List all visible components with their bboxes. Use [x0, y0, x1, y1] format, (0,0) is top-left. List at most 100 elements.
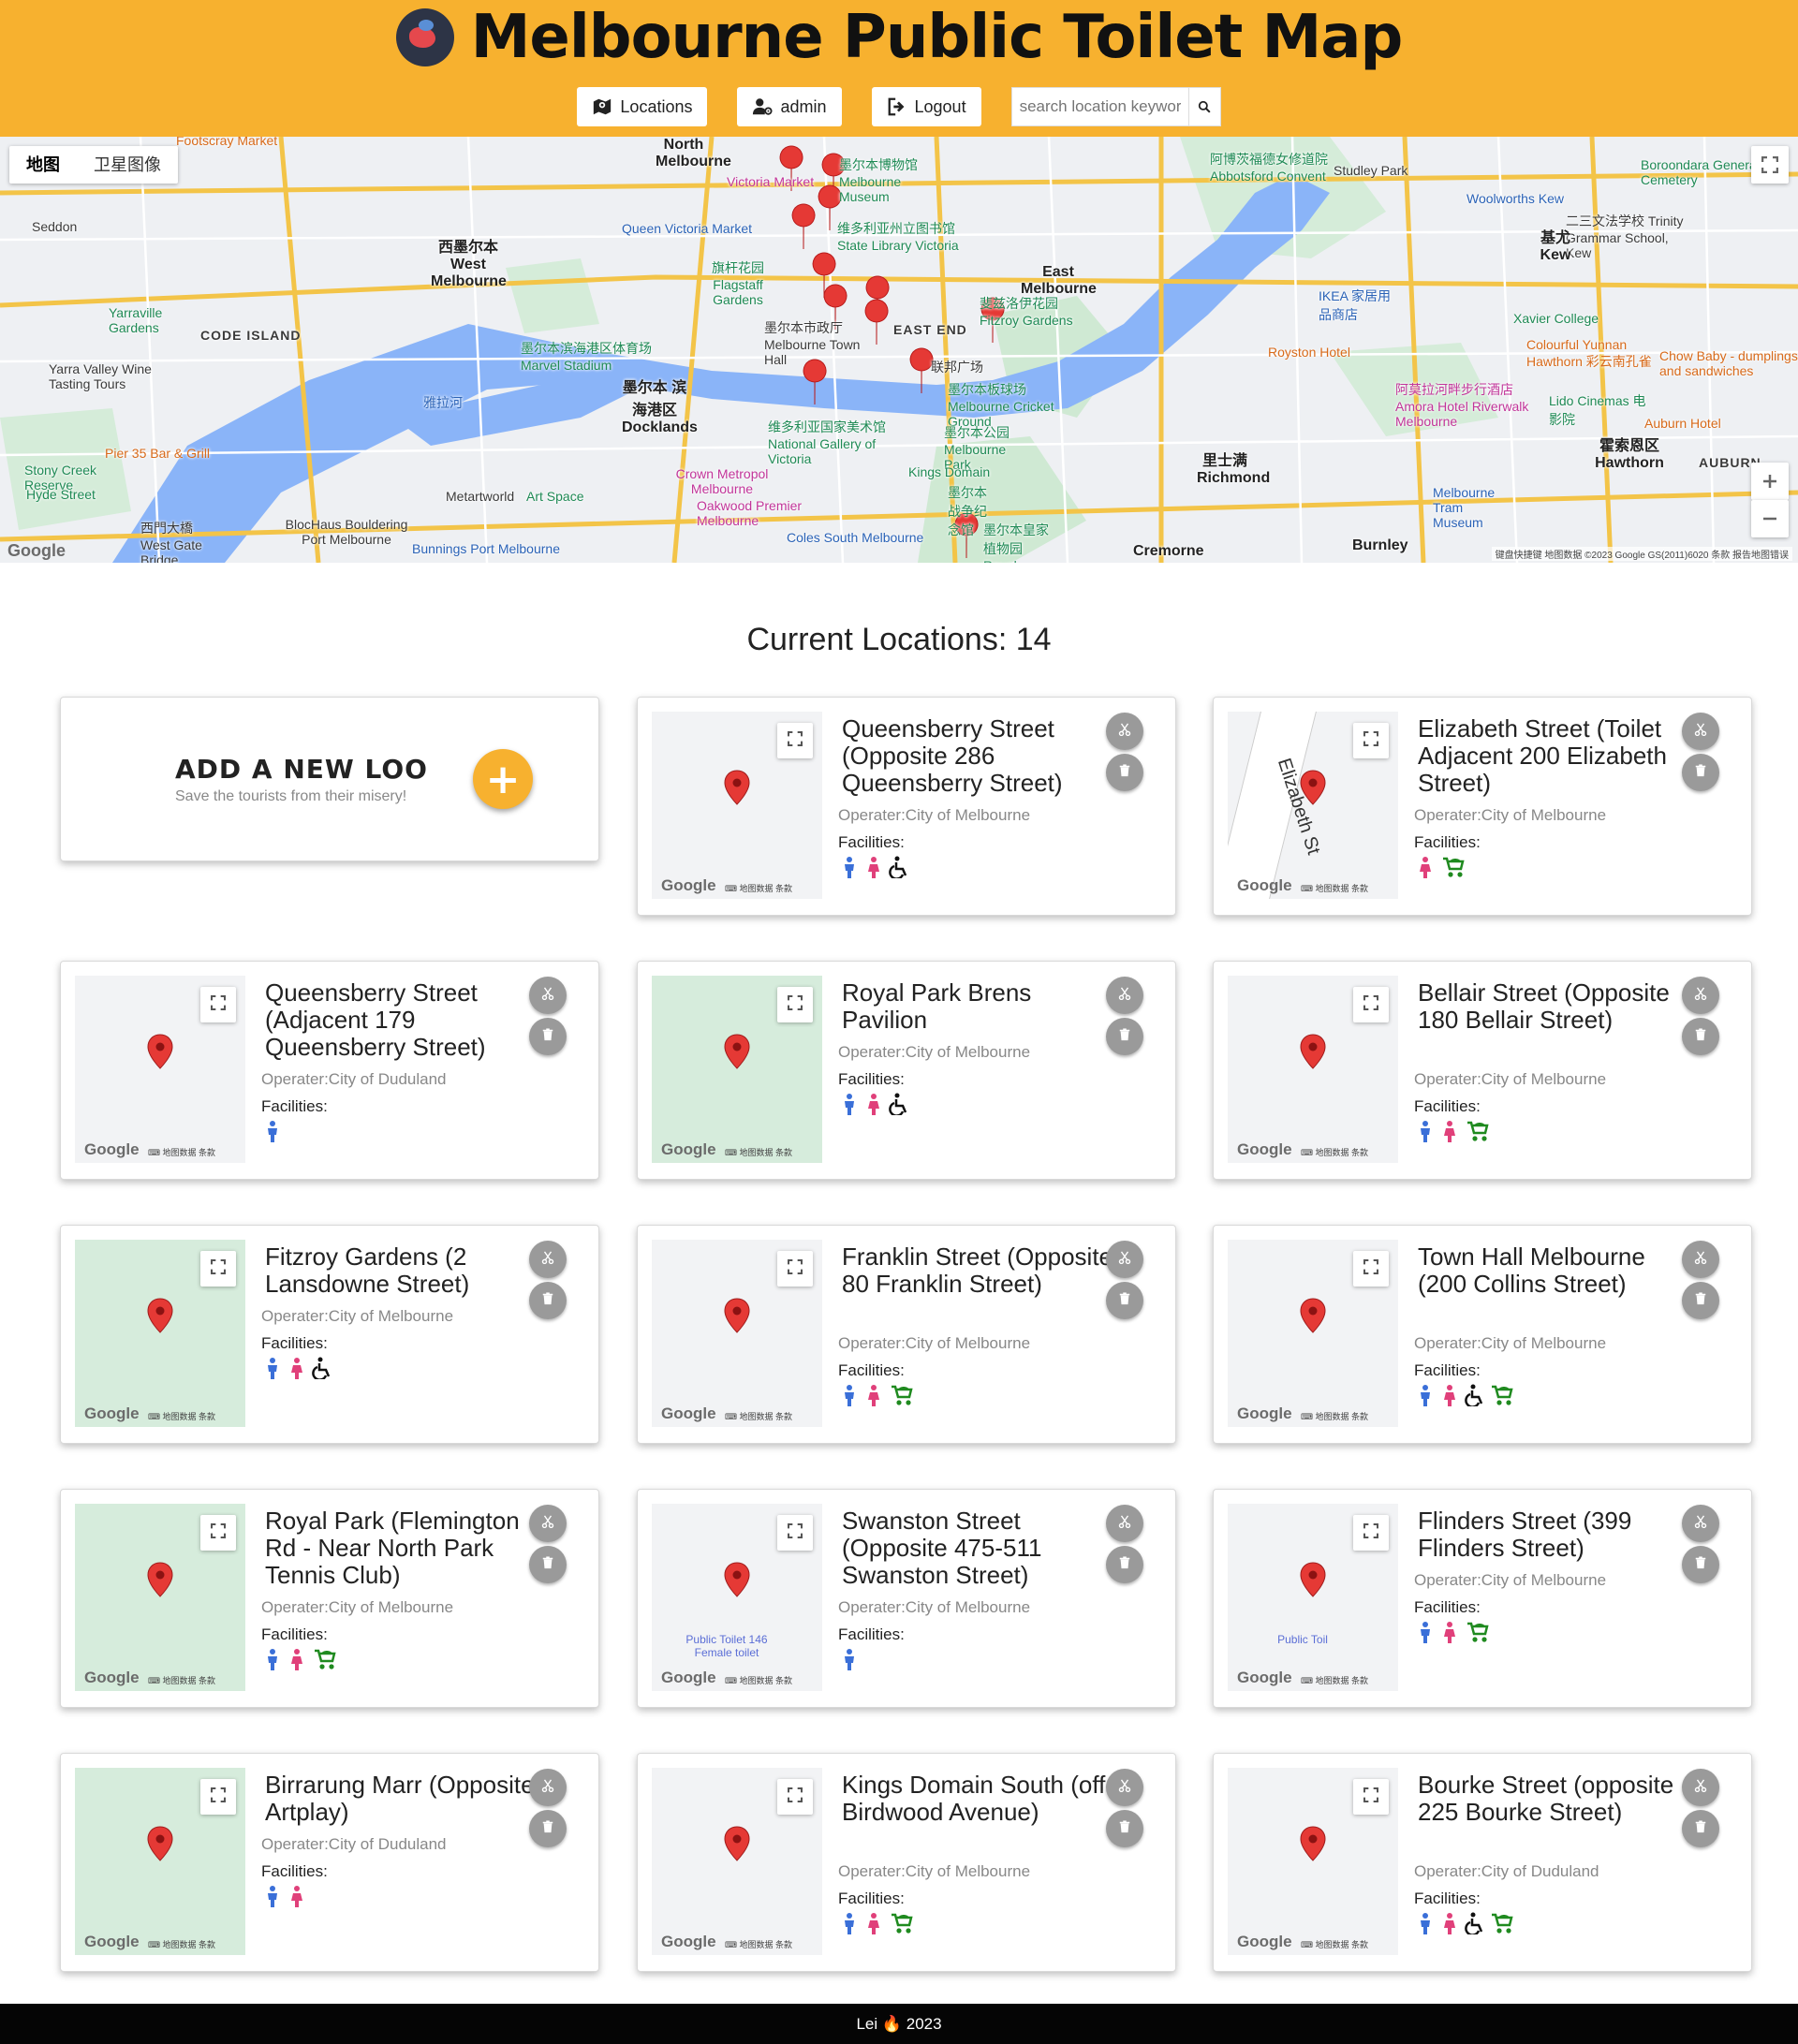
thumbnail-attribution[interactable]: ⌨ 地图数据 条款 [1301, 1410, 1368, 1422]
map-pin-icon[interactable] [147, 1034, 173, 1069]
delete-button[interactable] [1106, 1546, 1143, 1583]
delete-button[interactable] [1106, 1018, 1143, 1055]
thumbnail-fullscreen-button[interactable] [1353, 987, 1389, 1022]
edit-button[interactable] [1682, 1505, 1719, 1542]
thumbnail-attribution[interactable]: ⌨ 地图数据 条款 [1301, 1938, 1368, 1950]
main-map[interactable]: Footscray Market Seddon Yarraville Garde… [0, 137, 1798, 563]
location-map-thumbnail[interactable]: Google ⌨ 地图数据 条款 [652, 976, 822, 1163]
edit-button[interactable] [1106, 1241, 1143, 1278]
delete-button[interactable] [1682, 1810, 1719, 1847]
map-pin-icon[interactable] [147, 1826, 173, 1861]
location-map-thumbnail[interactable]: Google ⌨ 地图数据 条款 [1228, 976, 1398, 1163]
location-map-thumbnail[interactable]: Google ⌨ 地图数据 条款 [1228, 1240, 1398, 1427]
thumbnail-attribution[interactable]: ⌨ 地图数据 条款 [148, 1938, 215, 1950]
locations-button[interactable]: Locations [577, 87, 708, 126]
search-input[interactable] [1010, 87, 1189, 126]
map-pin-icon[interactable] [1300, 1034, 1326, 1069]
location-map-thumbnail[interactable]: Public Toil Google ⌨ 地图数据 条款 [1228, 1504, 1398, 1691]
map-pin-icon[interactable] [1300, 1826, 1326, 1861]
map-pin-icon[interactable] [724, 770, 750, 805]
map-pin-icon[interactable] [724, 1562, 750, 1597]
search-button[interactable] [1188, 87, 1221, 126]
thumbnail-attribution[interactable]: ⌨ 地图数据 条款 [148, 1146, 215, 1158]
edit-button[interactable] [529, 1241, 567, 1278]
map-fullscreen-button[interactable] [1751, 146, 1789, 184]
delete-button[interactable] [1682, 1546, 1719, 1583]
thumbnail-attribution[interactable]: ⌨ 地图数据 条款 [725, 1938, 792, 1950]
thumbnail-fullscreen-button[interactable] [1353, 1515, 1389, 1551]
map-pin-icon[interactable] [1300, 1298, 1326, 1333]
edit-button[interactable] [1106, 1505, 1143, 1542]
map-type-map[interactable]: 地图 [9, 146, 77, 184]
thumbnail-fullscreen-button[interactable] [200, 1779, 236, 1815]
edit-button[interactable] [1682, 977, 1719, 1014]
thumbnail-fullscreen-button[interactable] [200, 1251, 236, 1287]
thumbnail-attribution[interactable]: ⌨ 地图数据 条款 [1301, 882, 1368, 894]
thumbnail-fullscreen-button[interactable] [777, 1515, 813, 1551]
map-type-satellite[interactable]: 卫星图像 [77, 146, 178, 184]
thumbnail-attribution[interactable]: ⌨ 地图数据 条款 [148, 1674, 215, 1686]
location-map-thumbnail[interactable]: Google ⌨ 地图数据 条款 [652, 712, 822, 899]
delete-button[interactable] [529, 1018, 567, 1055]
map-attribution[interactable]: 键盘快捷键 地图数据 ©2023 Google GS(2011)6020 条款 … [1491, 547, 1792, 561]
delete-button[interactable] [1682, 754, 1719, 791]
location-map-thumbnail[interactable]: Elizabeth St Google ⌨ 地图数据 条款 [1228, 712, 1398, 899]
location-map-thumbnail[interactable]: Google ⌨ 地图数据 条款 [652, 1768, 822, 1955]
edit-button[interactable] [529, 1769, 567, 1806]
delete-button[interactable] [529, 1546, 567, 1583]
edit-button[interactable] [1106, 1769, 1143, 1806]
edit-button[interactable] [1106, 977, 1143, 1014]
map-pin-icon[interactable] [1300, 1562, 1326, 1597]
thumbnail-fullscreen-button[interactable] [777, 723, 813, 758]
edit-button[interactable] [1682, 1241, 1719, 1278]
thumbnail-attribution[interactable]: ⌨ 地图数据 条款 [725, 1674, 792, 1686]
map-pin-icon[interactable] [724, 1826, 750, 1861]
delete-button[interactable] [1106, 1810, 1143, 1847]
edit-button[interactable] [529, 1505, 567, 1542]
admin-button[interactable]: admin [737, 87, 842, 126]
location-map-thumbnail[interactable]: Google ⌨ 地图数据 条款 [1228, 1768, 1398, 1955]
map-pin-icon[interactable] [1300, 770, 1326, 805]
trash-icon [541, 1027, 554, 1046]
thumbnail-attribution[interactable]: ⌨ 地图数据 条款 [148, 1410, 215, 1422]
location-map-thumbnail[interactable]: Google ⌨ 地图数据 条款 [75, 1240, 245, 1427]
thumbnail-fullscreen-button[interactable] [1353, 1251, 1389, 1287]
delete-button[interactable] [529, 1810, 567, 1847]
delete-button[interactable] [1682, 1018, 1719, 1055]
thumbnail-fullscreen-button[interactable] [1353, 1779, 1389, 1815]
map-zoom-out-button[interactable] [1751, 500, 1789, 537]
thumbnail-fullscreen-button[interactable] [777, 1251, 813, 1287]
facilities-icons [1416, 1621, 1489, 1643]
delete-button[interactable] [1106, 1282, 1143, 1319]
map-pin-icon[interactable] [147, 1562, 173, 1597]
location-map-thumbnail[interactable]: Google ⌨ 地图数据 条款 [652, 1240, 822, 1427]
edit-button[interactable] [1106, 713, 1143, 750]
delete-button[interactable] [1106, 754, 1143, 791]
logout-button[interactable]: Logout [871, 87, 981, 126]
thumbnail-fullscreen-button[interactable] [1353, 723, 1389, 758]
thumbnail-fullscreen-button[interactable] [200, 1515, 236, 1551]
edit-button[interactable] [1682, 1769, 1719, 1806]
thumbnail-attribution[interactable]: ⌨ 地图数据 条款 [1301, 1146, 1368, 1158]
location-map-thumbnail[interactable]: Google ⌨ 地图数据 条款 [75, 976, 245, 1163]
thumbnail-attribution[interactable]: ⌨ 地图数据 条款 [1301, 1674, 1368, 1686]
map-pin-icon[interactable] [724, 1034, 750, 1069]
map-zoom-in-button[interactable] [1751, 463, 1789, 500]
thumbnail-fullscreen-button[interactable] [200, 987, 236, 1022]
thumbnail-attribution[interactable]: ⌨ 地图数据 条款 [725, 1146, 792, 1158]
thumbnail-attribution[interactable]: ⌨ 地图数据 条款 [725, 1410, 792, 1422]
edit-button[interactable] [1682, 713, 1719, 750]
location-map-thumbnail[interactable]: Google ⌨ 地图数据 条款 [75, 1768, 245, 1955]
location-map-thumbnail[interactable]: Public Toilet 146 Female toilet Google ⌨ 地… [652, 1504, 822, 1691]
delete-button[interactable] [529, 1282, 567, 1319]
map-pin-icon[interactable] [147, 1298, 173, 1333]
thumbnail-attribution[interactable]: ⌨ 地图数据 条款 [725, 882, 792, 894]
thumbnail-fullscreen-button[interactable] [777, 987, 813, 1022]
delete-button[interactable] [1682, 1282, 1719, 1319]
map-pin-icon[interactable] [724, 1298, 750, 1333]
add-new-loo-card[interactable]: ADD A NEW LOO Save the tourists from the… [60, 697, 599, 861]
location-map-thumbnail[interactable]: Google ⌨ 地图数据 条款 [75, 1504, 245, 1691]
thumbnail-fullscreen-button[interactable] [777, 1779, 813, 1815]
add-new-loo-button[interactable]: + [473, 749, 533, 809]
edit-button[interactable] [529, 977, 567, 1014]
